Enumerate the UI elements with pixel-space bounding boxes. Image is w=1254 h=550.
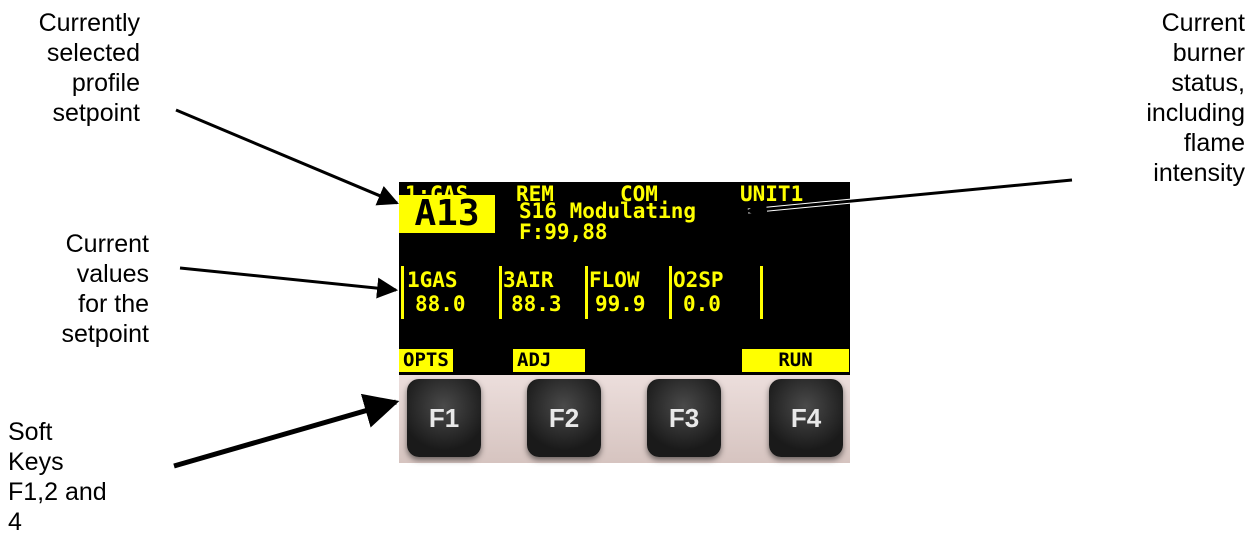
arrow-soft-keys <box>173 393 400 469</box>
arrow-current-values <box>179 266 399 299</box>
callout-arrows <box>173 108 1073 469</box>
arrow-profile-setpoint <box>175 108 399 206</box>
arrow-burner-status <box>745 178 1073 220</box>
annotated-controller-diagram: Currently selected profile setpoint Curr… <box>0 0 1254 550</box>
